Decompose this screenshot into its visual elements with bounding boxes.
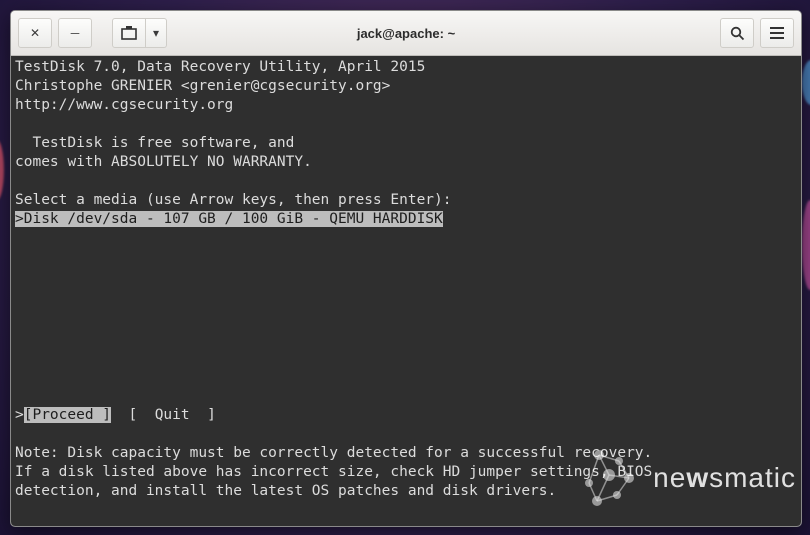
terminal-output[interactable]: TestDisk 7.0, Data Recovery Utility, Apr… [11,56,801,526]
testdisk-intro-line1: TestDisk is free software, and [15,135,294,151]
search-button[interactable] [720,18,754,48]
testdisk-url-line: http://www.cgsecurity.org [15,97,233,113]
testdisk-intro-line2: comes with ABSOLUTELY NO WARRANTY. [15,154,312,170]
hamburger-menu-button[interactable] [760,18,794,48]
menu-caret: > [15,407,24,423]
close-button[interactable]: ✕ [18,18,52,48]
new-tab-button[interactable] [112,18,146,48]
testdisk-version-line: TestDisk 7.0, Data Recovery Utility, Apr… [15,59,425,75]
terminal-window: ✕ － ▾ jack@apache: ~ [10,10,802,527]
testdisk-author-line: Christophe GRENIER <grenier@cgsecurity.o… [15,78,390,94]
note-line-2: If a disk listed above has incorrect siz… [15,463,652,482]
hamburger-icon [770,27,784,39]
note-line-3: detection, and install the latest OS pat… [15,482,556,501]
note-line-1: Note: Disk capacity must be correctly de… [15,444,652,463]
minimize-button[interactable]: － [58,18,92,48]
select-media-prompt: Select a media (use Arrow keys, then pre… [15,192,452,208]
disk-item-selected[interactable]: >Disk /dev/sda - 107 GB / 100 GiB - QEMU… [15,211,443,227]
proceed-button[interactable]: [Proceed ] [24,407,111,423]
search-icon [730,26,745,41]
new-tab-menu-button[interactable]: ▾ [146,18,167,48]
quit-button[interactable]: [ Quit ] [129,407,216,423]
titlebar: ✕ － ▾ jack@apache: ~ [11,11,801,56]
new-tab-icon [121,26,137,40]
new-tab-group: ▾ [109,18,170,48]
menu-row: >[Proceed ] [ Quit ] [15,406,216,425]
